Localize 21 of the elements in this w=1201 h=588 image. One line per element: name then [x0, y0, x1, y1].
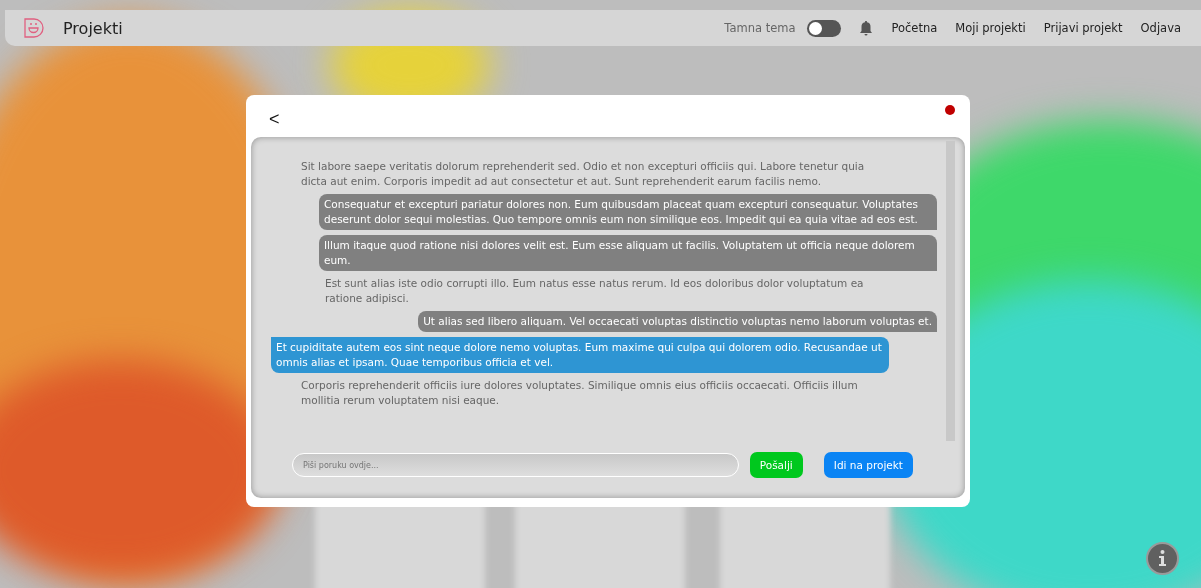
toggle-label: Tamna tema [724, 21, 796, 35]
nav-link[interactable]: Početna [891, 21, 938, 35]
theme-toggle[interactable] [807, 19, 842, 37]
nav-link[interactable]: Moji projekti [955, 21, 1026, 35]
chat-message-text: Corporis reprehenderit officiis iure dolores voluptates. Similique omnis eius officiis occaecati. Officiis illum mollitia rerum voluptatem nisi eaque. [300, 378, 859, 408]
chat-bubble: Illum itaque quod ratione nisi dolores velit est. Eum esse aliquam ut facilis. Voluptatem ut officia neque dolorem eum. [319, 235, 937, 271]
info-icon[interactable] [1146, 542, 1179, 575]
project-button[interactable]: Idi na projekt [823, 452, 913, 478]
smiley-logo-icon [23, 17, 45, 39]
chat-message-text: Est sunt alias iste odio corrupti illo. Eum natus esse natus rerum. Id eos doloribus dolor voluptatum ea ratione adipisci. [324, 276, 865, 306]
nav-link[interactable]: Odjava [1140, 21, 1181, 35]
message-input[interactable]: Piši poruku ovdje... [292, 453, 739, 477]
nav-link[interactable]: Prijavi projekt [1043, 21, 1123, 35]
chat-message-text: Sit labore saepe veritatis dolorum reprehenderit sed. Odio et non excepturi officiis qui. Labore tenetur quia dicta aut enim. Corporis impedit ad aut consectetur et aut. Sunt reprehenderit earum facilis nemo. [300, 159, 866, 189]
chat-bubble: Ut alias sed libero aliquam. Vel occaecati voluptas distinctio voluptas nemo laborum voluptas et. [418, 311, 937, 332]
app-title: Projekti [63, 18, 123, 38]
back-button[interactable]: < [265, 108, 284, 130]
chat-bubble: Consequatur et excepturi pariatur dolores non. Eum quibusdam placeat quam excepturi consequatur. Voluptates deserunt dolor sequi molestias. Quo tempore omnis eum non similique eos. Impedit qui ea quia vitae ad eos est. [319, 194, 937, 230]
status-dot [945, 105, 955, 115]
chat-bubble: Et cupiditate autem eos sint neque dolore nemo voluptas. Eum maxime qui culpa qui dolorem odio. Recusandae ut omnis alias et ipsam. Quae temporibus officia et vel. [271, 337, 889, 373]
bell-icon[interactable] [859, 20, 874, 36]
